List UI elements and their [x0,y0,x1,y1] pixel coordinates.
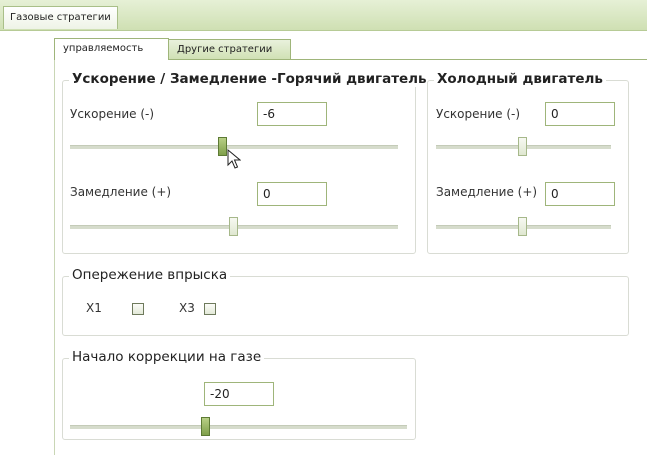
x3-label: X3 [179,301,195,315]
gas-correction-group: Начало коррекции на газе -20 [62,349,416,440]
cold-accel-input[interactable]: 0 [545,102,615,126]
x1-label: X1 [86,301,102,315]
hot-accel-label: Ускорение (-) [70,107,155,121]
gas-correction-slider-track[interactable] [70,425,407,429]
gas-correction-input[interactable]: -20 [204,382,274,406]
cold-accel-slider-thumb[interactable] [518,137,527,156]
hot-engine-title: Ускорение / Замедление -Горячий двигател… [69,71,430,87]
cold-engine-group: Холодный двигатель Ускорение (-) 0 Замед… [427,71,629,254]
tab-other-strategies[interactable]: Другие стратегии [168,39,291,60]
cold-engine-title: Холодный двигатель [434,71,606,87]
hot-accel-input[interactable]: -6 [257,102,327,126]
window-tab[interactable]: Газовые стратегии [3,6,118,29]
hot-decel-label: Замедление (+) [70,185,172,199]
title-bar: Газовые стратегии [0,0,647,31]
cold-decel-input[interactable]: 0 [545,182,615,206]
tab-controllability[interactable]: управляемость [54,38,169,60]
hot-decel-input[interactable]: 0 [257,182,327,206]
gas-correction-slider-thumb[interactable] [201,417,210,436]
gas-correction-title: Начало коррекции на газе [69,349,265,365]
hot-decel-slider-thumb[interactable] [229,217,238,236]
cold-decel-slider-thumb[interactable] [518,217,527,236]
hot-accel-slider-thumb[interactable] [218,137,227,156]
x1-checkbox[interactable] [132,303,144,315]
mouse-cursor-icon [227,149,241,169]
injection-advance-group: Опережение впрыска X1 X3 [62,267,629,336]
x3-checkbox[interactable] [204,303,216,315]
left-gutter [0,31,52,454]
cold-accel-label: Ускорение (-) [436,107,521,121]
cold-decel-label: Замедление (+) [436,185,538,199]
injection-advance-title: Опережение впрыска [69,267,231,283]
